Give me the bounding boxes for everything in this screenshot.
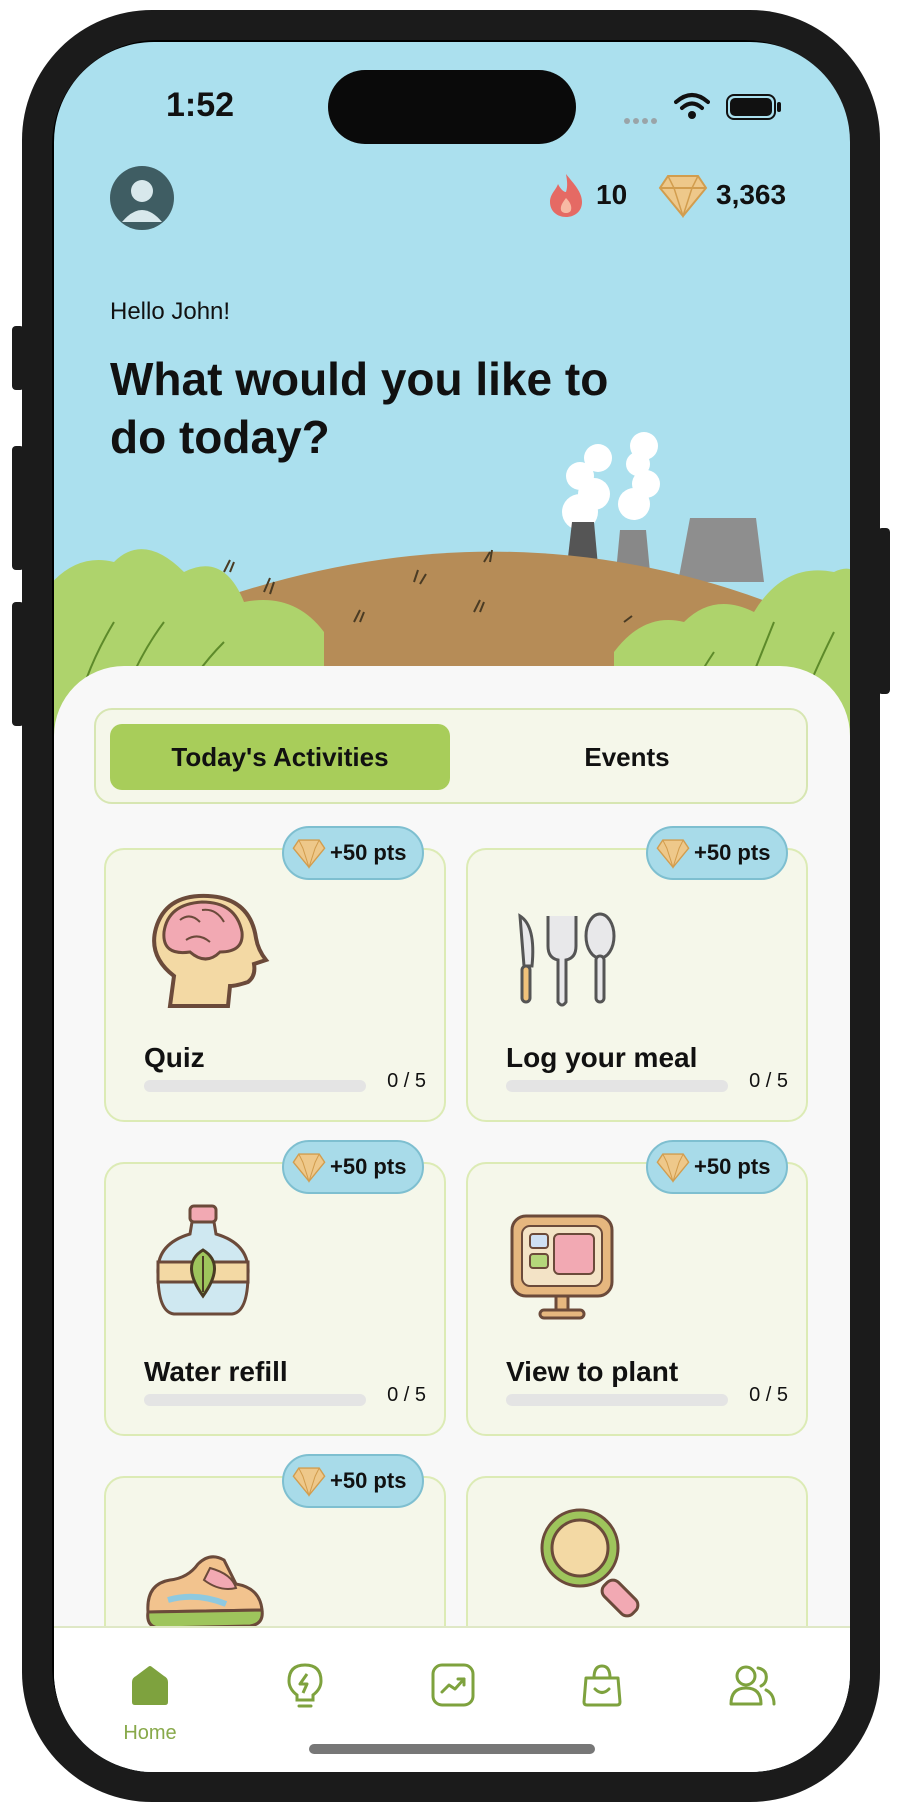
points-count: 3,363 [716,179,787,210]
activity-title: Water refill [144,1356,288,1387]
greeting: Hello John! [110,298,231,325]
activity-title: View to plant [506,1356,679,1387]
shopping-bag-icon [582,1664,622,1707]
activity-card-log-meal[interactable]: Log your meal 0 / 5 [466,848,808,1122]
reward-text: +50 pts [330,1468,407,1493]
nav-friends[interactable] [692,1628,812,1748]
points-counter[interactable]: 3,363 [658,172,786,218]
progress-bar [506,1394,728,1406]
reward-badge: +50 pts [646,1140,788,1194]
diamond-icon [292,839,326,869]
diamond-icon [292,1467,326,1497]
reward-text: +50 pts [330,1154,407,1179]
progress-bar [144,1394,366,1406]
chart-icon [431,1663,475,1707]
brain-head-icon [152,893,270,1008]
battery-icon [726,94,781,120]
tab-todays-activities[interactable]: Today's Activities [110,724,450,790]
activity-card-view-to-plant[interactable]: View to plant 0 / 5 [466,1162,808,1436]
nav-shop[interactable] [542,1628,662,1748]
reward-badge: +50 pts [646,826,788,880]
nav-home[interactable]: Home [90,1628,210,1748]
flame-icon [550,174,582,217]
nav-progress[interactable] [392,1628,512,1748]
profile-avatar[interactable] [110,166,174,230]
activity-tabs: Today's Activities Events [94,708,808,804]
home-indicator [309,1744,595,1754]
progress-bar [506,1080,728,1092]
status-time: 1:52 [166,86,235,124]
diamond-icon [292,1153,326,1183]
cooling-tower [678,518,764,582]
progress-count: 0 / 5 [749,1384,788,1406]
tab-events[interactable]: Events [460,724,794,790]
signal-icon [624,111,660,129]
nav-label-home: Home [123,1722,177,1744]
wifi-icon [674,93,710,119]
reward-text: +50 pts [694,840,771,865]
streak-counter[interactable]: 10 [546,172,627,218]
water-bottle-icon [156,1204,250,1316]
reward-text: +50 pts [694,1154,771,1179]
progress-bar [144,1080,366,1092]
lightbulb-icon [287,1663,323,1708]
diamond-icon [658,175,708,218]
home-icon [132,1666,168,1705]
reward-badge: +50 pts [282,826,424,880]
progress-count: 0 / 5 [749,1070,788,1092]
diamond-icon [656,1153,690,1183]
progress-count: 0 / 5 [387,1070,426,1092]
dynamic-island [328,70,576,144]
diamond-icon [656,839,690,869]
activity-card-water-refill[interactable]: Water refill 0 / 5 [104,1162,446,1436]
progress-count: 0 / 5 [387,1384,426,1406]
reward-badge: +50 pts [282,1140,424,1194]
nav-tips[interactable] [246,1628,366,1748]
cutlery-icon [518,912,616,1007]
activity-card-quiz[interactable]: Quiz 0 / 5 [104,848,446,1122]
user-icon [122,180,162,222]
activity-title: Log your meal [506,1042,698,1073]
monitor-icon [510,1214,614,1320]
activity-title: Quiz [144,1042,205,1073]
factory-smoke [562,432,660,530]
reward-badge: +50 pts [282,1454,424,1508]
app-screen: 1:52 10 3,363 Hello John! What would you… [54,42,850,1772]
friends-icon [729,1665,776,1706]
status-bar: 1:52 [54,42,850,182]
streak-count: 10 [596,179,628,210]
magnifier-icon [540,1508,640,1618]
reward-text: +50 pts [330,840,407,865]
